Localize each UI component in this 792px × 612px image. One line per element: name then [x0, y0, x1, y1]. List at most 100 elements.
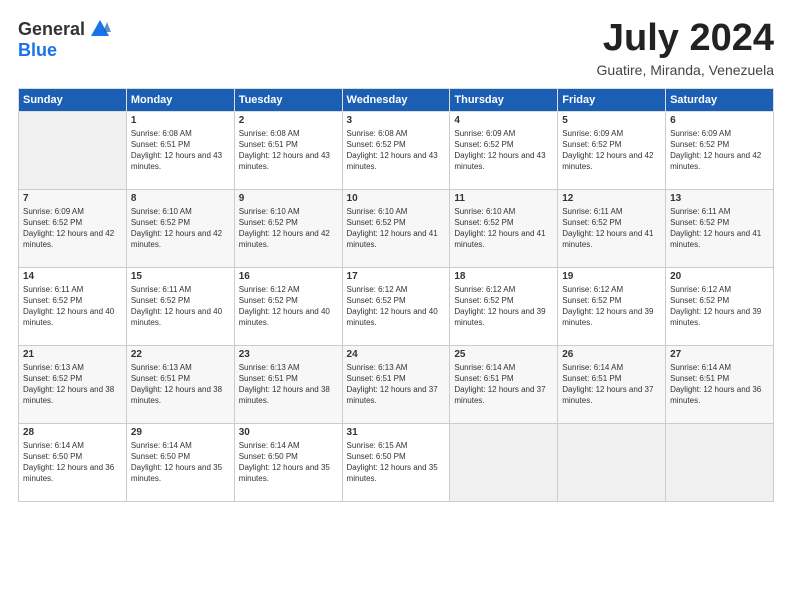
cell-info: Sunrise: 6:10 AMSunset: 6:52 PMDaylight:… [239, 206, 338, 251]
day-number: 11 [454, 193, 553, 204]
cell-info: Sunrise: 6:14 AMSunset: 6:50 PMDaylight:… [131, 440, 230, 485]
day-number: 22 [131, 349, 230, 360]
cell-info: Sunrise: 6:11 AMSunset: 6:52 PMDaylight:… [23, 284, 122, 329]
day-number: 13 [670, 193, 769, 204]
week-row-4: 21 Sunrise: 6:13 AMSunset: 6:52 PMDayligh… [19, 345, 774, 423]
cell-info: Sunrise: 6:09 AMSunset: 6:52 PMDaylight:… [454, 128, 553, 173]
calendar-cell: 20 Sunrise: 6:12 AMSunset: 6:52 PMDayligh… [666, 267, 774, 345]
calendar-cell: 2Sunrise: 6:08 AMSunset: 6:51 PMDaylight… [234, 111, 342, 189]
calendar-cell: 17 Sunrise: 6:12 AMSunset: 6:52 PMDayligh… [342, 267, 450, 345]
day-number: 2 [239, 115, 338, 126]
day-number: 9 [239, 193, 338, 204]
day-number: 8 [131, 193, 230, 204]
cell-info: Sunrise: 6:13 AMSunset: 6:51 PMDaylight:… [239, 362, 338, 407]
cell-info: Sunrise: 6:08 AMSunset: 6:52 PMDaylight:… [347, 128, 446, 173]
calendar-table: SundayMondayTuesdayWednesdayThursdayFrid… [18, 88, 774, 502]
day-number: 15 [131, 271, 230, 282]
cell-info: Sunrise: 6:10 AMSunset: 6:52 PMDaylight:… [454, 206, 553, 251]
weekday-header-friday: Friday [558, 88, 666, 111]
calendar-cell [558, 423, 666, 501]
cell-info: Sunrise: 6:09 AMSunset: 6:52 PMDaylight:… [670, 128, 769, 173]
day-number: 19 [562, 271, 661, 282]
weekday-header-sunday: Sunday [19, 88, 127, 111]
header-row: SundayMondayTuesdayWednesdayThursdayFrid… [19, 88, 774, 111]
cell-info: Sunrise: 6:14 AMSunset: 6:50 PMDaylight:… [23, 440, 122, 485]
day-number: 16 [239, 271, 338, 282]
cell-info: Sunrise: 6:13 AMSunset: 6:52 PMDaylight:… [23, 362, 122, 407]
calendar-cell: 13 Sunrise: 6:11 AMSunset: 6:52 PMDayligh… [666, 189, 774, 267]
calendar-cell: 7 Sunrise: 6:09 AMSunset: 6:52 PMDaylight… [19, 189, 127, 267]
day-number: 23 [239, 349, 338, 360]
month-title: July 2024 [597, 18, 774, 60]
calendar-cell: 11 Sunrise: 6:10 AMSunset: 6:52 PMDayligh… [450, 189, 558, 267]
cell-info: Sunrise: 6:11 AMSunset: 6:52 PMDaylight:… [670, 206, 769, 251]
calendar-cell: 4 Sunrise: 6:09 AMSunset: 6:52 PMDaylight… [450, 111, 558, 189]
cell-info: Sunrise: 6:12 AMSunset: 6:52 PMDaylight:… [562, 284, 661, 329]
day-number: 21 [23, 349, 122, 360]
calendar-cell: 18 Sunrise: 6:12 AMSunset: 6:52 PMDayligh… [450, 267, 558, 345]
week-row-3: 14 Sunrise: 6:11 AMSunset: 6:52 PMDayligh… [19, 267, 774, 345]
cell-info: Sunrise: 6:11 AMSunset: 6:52 PMDaylight:… [131, 284, 230, 329]
cell-info: Sunrise: 6:09 AMSunset: 6:52 PMDaylight:… [23, 206, 122, 251]
calendar-cell: 24 Sunrise: 6:13 AMSunset: 6:51 PMDayligh… [342, 345, 450, 423]
day-number: 10 [347, 193, 446, 204]
cell-info: Sunrise: 6:12 AMSunset: 6:52 PMDaylight:… [347, 284, 446, 329]
calendar-cell [450, 423, 558, 501]
calendar-cell [19, 111, 127, 189]
calendar-cell: 16Sunrise: 6:12 AMSunset: 6:52 PMDayligh… [234, 267, 342, 345]
day-number: 24 [347, 349, 446, 360]
day-number: 26 [562, 349, 661, 360]
day-number: 18 [454, 271, 553, 282]
week-row-1: 1 Sunrise: 6:08 AMSunset: 6:51 PMDaylight… [19, 111, 774, 189]
calendar-cell: 8Sunrise: 6:10 AMSunset: 6:52 PMDaylight… [126, 189, 234, 267]
calendar-cell: 1 Sunrise: 6:08 AMSunset: 6:51 PMDaylight… [126, 111, 234, 189]
day-number: 14 [23, 271, 122, 282]
calendar-cell: 21 Sunrise: 6:13 AMSunset: 6:52 PMDayligh… [19, 345, 127, 423]
calendar-cell: 28 Sunrise: 6:14 AMSunset: 6:50 PMDayligh… [19, 423, 127, 501]
cell-info: Sunrise: 6:14 AMSunset: 6:51 PMDaylight:… [562, 362, 661, 407]
weekday-header-tuesday: Tuesday [234, 88, 342, 111]
calendar-cell: 23 Sunrise: 6:13 AMSunset: 6:51 PMDayligh… [234, 345, 342, 423]
weekday-header-saturday: Saturday [666, 88, 774, 111]
day-number: 6 [670, 115, 769, 126]
calendar-cell: 12 Sunrise: 6:11 AMSunset: 6:52 PMDayligh… [558, 189, 666, 267]
calendar-cell: 6 Sunrise: 6:09 AMSunset: 6:52 PMDaylight… [666, 111, 774, 189]
calendar-cell: 5Sunrise: 6:09 AMSunset: 6:52 PMDaylight… [558, 111, 666, 189]
cell-info: Sunrise: 6:13 AMSunset: 6:51 PMDaylight:… [131, 362, 230, 407]
cell-info: Sunrise: 6:12 AMSunset: 6:52 PMDaylight:… [670, 284, 769, 329]
cell-info: Sunrise: 6:12 AMSunset: 6:52 PMDaylight:… [454, 284, 553, 329]
calendar-cell: 27Sunrise: 6:14 AMSunset: 6:51 PMDayligh… [666, 345, 774, 423]
day-number: 29 [131, 427, 230, 438]
calendar-cell: 19 Sunrise: 6:12 AMSunset: 6:52 PMDayligh… [558, 267, 666, 345]
week-row-2: 7 Sunrise: 6:09 AMSunset: 6:52 PMDaylight… [19, 189, 774, 267]
cell-info: Sunrise: 6:13 AMSunset: 6:51 PMDaylight:… [347, 362, 446, 407]
calendar-cell: 29 Sunrise: 6:14 AMSunset: 6:50 PMDayligh… [126, 423, 234, 501]
weekday-header-thursday: Thursday [450, 88, 558, 111]
day-number: 12 [562, 193, 661, 204]
day-number: 7 [23, 193, 122, 204]
day-number: 4 [454, 115, 553, 126]
cell-info: Sunrise: 6:08 AMSunset: 6:51 PMDaylight:… [131, 128, 230, 173]
calendar-cell: 9 Sunrise: 6:10 AMSunset: 6:52 PMDaylight… [234, 189, 342, 267]
day-number: 17 [347, 271, 446, 282]
location: Guatire, Miranda, Venezuela [597, 62, 774, 78]
title-block: July 2024 Guatire, Miranda, Venezuela [597, 18, 774, 78]
day-number: 1 [131, 115, 230, 126]
cell-info: Sunrise: 6:11 AMSunset: 6:52 PMDaylight:… [562, 206, 661, 251]
logo-blue: Blue [18, 40, 57, 61]
cell-info: Sunrise: 6:14 AMSunset: 6:50 PMDaylight:… [239, 440, 338, 485]
calendar-cell: 25Sunrise: 6:14 AMSunset: 6:51 PMDayligh… [450, 345, 558, 423]
calendar-cell: 3 Sunrise: 6:08 AMSunset: 6:52 PMDaylight… [342, 111, 450, 189]
calendar-cell: 14 Sunrise: 6:11 AMSunset: 6:52 PMDayligh… [19, 267, 127, 345]
cell-info: Sunrise: 6:09 AMSunset: 6:52 PMDaylight:… [562, 128, 661, 173]
cell-info: Sunrise: 6:14 AMSunset: 6:51 PMDaylight:… [454, 362, 553, 407]
cell-info: Sunrise: 6:15 AMSunset: 6:50 PMDaylight:… [347, 440, 446, 485]
cell-info: Sunrise: 6:10 AMSunset: 6:52 PMDaylight:… [347, 206, 446, 251]
day-number: 3 [347, 115, 446, 126]
day-number: 20 [670, 271, 769, 282]
calendar-cell: 15 Sunrise: 6:11 AMSunset: 6:52 PMDayligh… [126, 267, 234, 345]
day-number: 31 [347, 427, 446, 438]
page: General Blue July 2024 Guatire, Miranda,… [0, 0, 792, 612]
day-number: 28 [23, 427, 122, 438]
header: General Blue July 2024 Guatire, Miranda,… [18, 18, 774, 78]
